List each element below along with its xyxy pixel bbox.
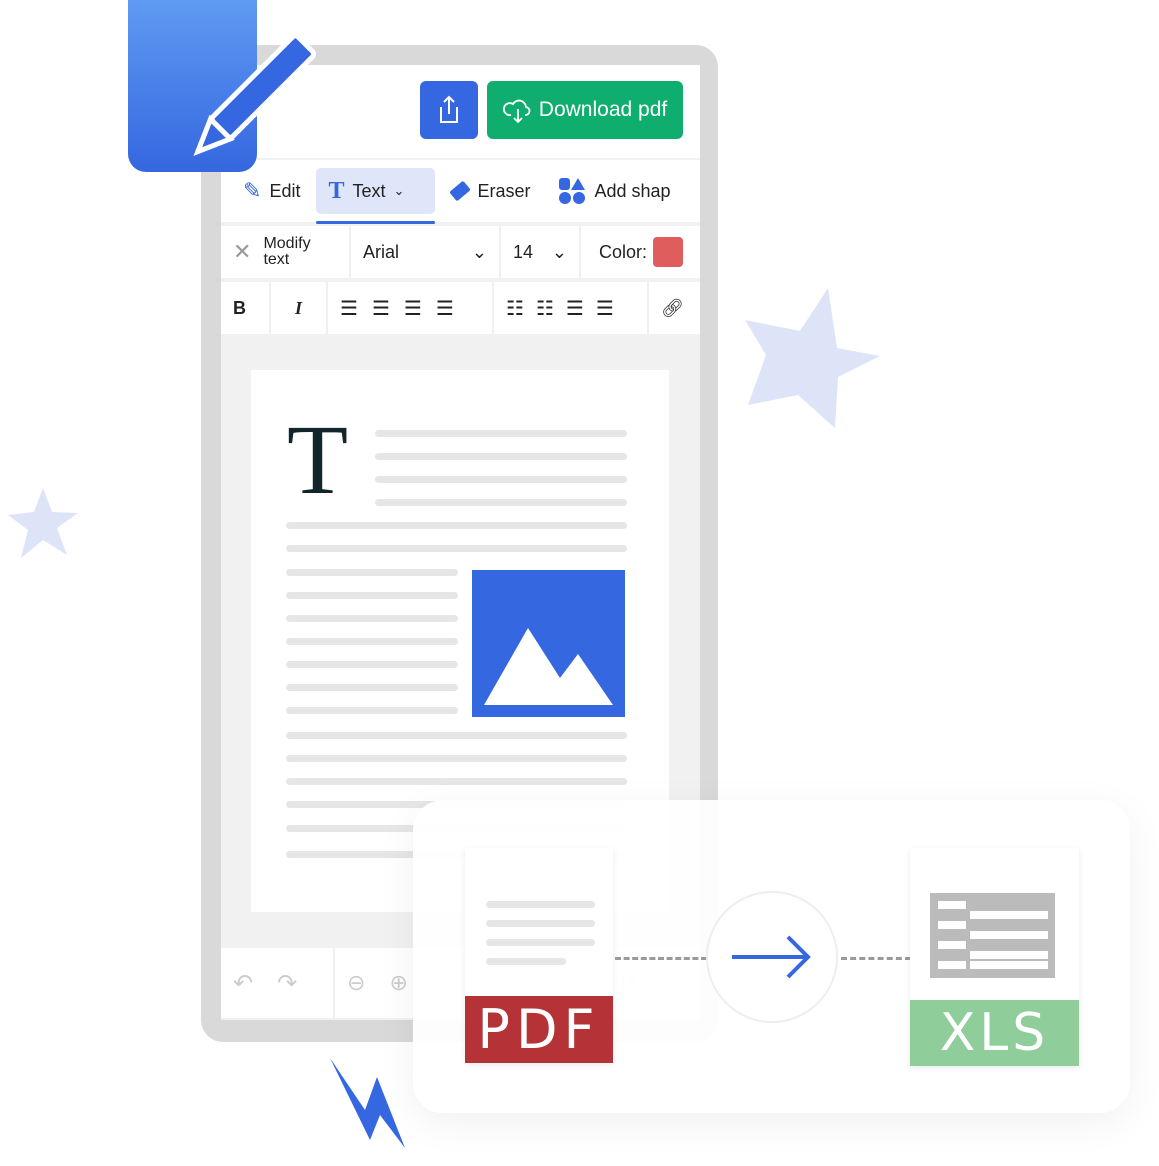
modify-text: ✕ Modify text	[221, 226, 351, 278]
dashed-connector	[615, 957, 707, 960]
zoom-group: ⊖ ⊕	[335, 948, 420, 1018]
color-swatch[interactable]	[653, 237, 684, 267]
font-size-select[interactable]: 14 ⌄	[501, 226, 581, 278]
convert-arrow-circle	[706, 891, 838, 1023]
list-group: ☷ ☷ ☰ ☰	[494, 282, 649, 334]
history-group: ↶ ↷	[221, 948, 335, 1018]
edit-note-logo	[128, 0, 317, 172]
lightning-icon	[330, 1058, 405, 1148]
star-decoration-small	[8, 488, 78, 558]
pdf-label: PDF	[465, 996, 613, 1063]
align-group: ☰ ☰ ☰ ☰	[328, 282, 494, 334]
format-bar: B I ☰ ☰ ☰ ☰ ☷ ☷ ☰ ☰ 🔗︎	[221, 282, 700, 334]
align-justify-icon[interactable]: ☰	[436, 296, 454, 321]
xls-label: XLS	[910, 1000, 1079, 1066]
dashed-connector	[841, 957, 911, 960]
bullet-list-icon[interactable]: ☷	[506, 296, 524, 321]
tool-text[interactable]: T Text ⌄	[316, 168, 436, 224]
zoom-out-icon[interactable]: ⊖	[347, 970, 365, 996]
xls-file: XLS	[910, 848, 1079, 1066]
indent-icon[interactable]: ☰	[596, 296, 614, 321]
chevron-down-icon: ⌄	[471, 241, 487, 262]
color-picker[interactable]: Color:	[581, 226, 695, 278]
pencil-icon: ✎	[243, 178, 262, 203]
share-button[interactable]	[420, 81, 478, 139]
download-label: Download pdf	[538, 98, 668, 121]
outdent-icon[interactable]: ☰	[566, 296, 584, 321]
undo-icon[interactable]: ↶	[233, 969, 253, 998]
shapes-icon	[559, 178, 586, 204]
share-icon	[440, 95, 458, 123]
bold-button[interactable]: B	[221, 282, 271, 334]
link-icon[interactable]: 🔗︎	[649, 282, 696, 334]
close-icon[interactable]: ✕	[233, 241, 251, 263]
image-placeholder-icon	[472, 570, 625, 717]
text-t-icon: T	[328, 177, 345, 204]
tool-add-shape[interactable]: Add shap	[546, 168, 682, 214]
star-decoration	[745, 288, 880, 428]
big-letter-t: T	[287, 404, 349, 515]
eraser-icon	[449, 180, 472, 202]
numbered-list-icon[interactable]: ☷	[536, 296, 554, 321]
pdf-file: PDF	[465, 848, 613, 1063]
align-center-icon[interactable]: ☰	[372, 296, 390, 321]
italic-button[interactable]: I	[271, 282, 328, 334]
spreadsheet-icon	[930, 893, 1055, 978]
pencil-icon	[193, 33, 317, 157]
download-pdf-button[interactable]: Download pdf	[487, 81, 683, 139]
chevron-down-icon: ⌄	[551, 241, 567, 262]
zoom-in-icon[interactable]: ⊕	[389, 970, 407, 996]
tool-edit[interactable]: ✎ Edit	[231, 168, 312, 214]
cloud-download-icon	[502, 99, 531, 124]
redo-icon[interactable]: ↷	[277, 969, 297, 998]
text-options-bar: ✕ Modify text Arial ⌄ 14 ⌄ Color:	[221, 226, 700, 278]
align-right-icon[interactable]: ☰	[404, 296, 422, 321]
tool-eraser[interactable]: Eraser	[439, 168, 542, 214]
font-select[interactable]: Arial ⌄	[351, 226, 501, 278]
align-left-icon[interactable]: ☰	[340, 296, 358, 321]
arrow-right-icon	[732, 935, 811, 979]
chevron-down-icon: ⌄	[393, 183, 405, 198]
